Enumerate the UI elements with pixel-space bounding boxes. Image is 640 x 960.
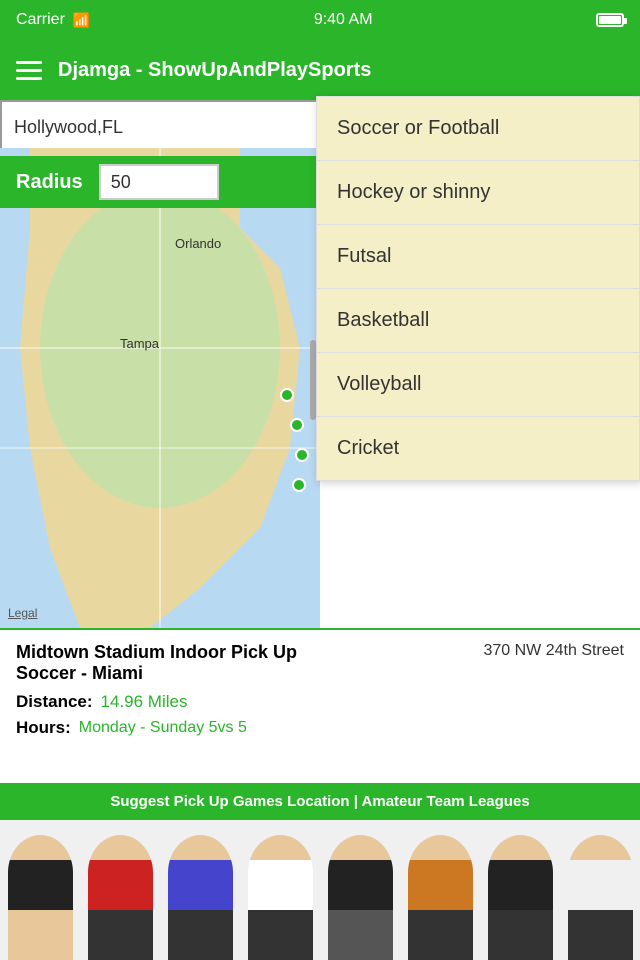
dropdown-item-futsal[interactable]: Futsal [317, 225, 639, 289]
battery-fill [599, 16, 621, 24]
status-left: Carrier 📶 [16, 11, 90, 29]
time-text: 9:40 AM [314, 11, 373, 29]
hours-value: Monday - Sunday 5vs 5 [79, 719, 247, 737]
hamburger-menu[interactable] [16, 61, 42, 80]
result-hours-row: Hours: Monday - Sunday 5vs 5 [16, 718, 624, 738]
status-bar: Carrier 📶 9:40 AM [0, 0, 640, 40]
person-silhouette-5 [328, 835, 393, 960]
sports-dropdown: Soccer or Football Hockey or shinny Futs… [316, 96, 640, 481]
person-3 [160, 830, 240, 960]
result-distance-row: Distance: 14.96 Miles [16, 692, 624, 712]
person-silhouette-7 [488, 835, 553, 960]
dropdown-item-cricket[interactable]: Cricket [317, 417, 639, 480]
hamburger-line-2 [16, 69, 42, 72]
person-silhouette-3 [168, 835, 233, 960]
nav-bar: Djamga - ShowUpAndPlaySports [0, 40, 640, 100]
radius-label: Radius [16, 171, 83, 194]
radius-input[interactable] [99, 164, 219, 200]
dropdown-item-hockey[interactable]: Hockey or shinny [317, 161, 639, 225]
app-title: Djamga - ShowUpAndPlaySports [58, 59, 371, 82]
hamburger-line-3 [16, 77, 42, 80]
person-silhouette-4 [248, 835, 313, 960]
dropdown-item-volleyball[interactable]: Volleyball [317, 353, 639, 417]
map-dot-1 [280, 388, 294, 402]
person-silhouette-8 [568, 835, 633, 960]
svg-text:Tampa: Tampa [120, 336, 160, 351]
result-address: 370 NW 24th Street [483, 642, 624, 660]
map-svg: Orlando Tampa [0, 148, 320, 628]
legal-link[interactable]: Legal [8, 606, 37, 620]
person-silhouette-1 [8, 835, 73, 960]
person-4 [240, 830, 320, 960]
bottom-cta[interactable]: Suggest Pick Up Games Location | Amateur… [0, 783, 640, 820]
person-silhouette-2 [88, 835, 153, 960]
location-input[interactable] [0, 100, 320, 155]
person-7 [480, 830, 560, 960]
map-area: Orlando Tampa Legal [0, 148, 320, 628]
person-8 [560, 830, 640, 960]
svg-text:Orlando: Orlando [175, 236, 221, 251]
result-header: Midtown Stadium Indoor Pick Up Soccer - … [16, 642, 624, 684]
cta-text: Suggest Pick Up Games Location | Amateur… [110, 793, 529, 810]
map-dot-4 [292, 478, 306, 492]
wifi-icon: 📶 [73, 12, 90, 29]
hours-label: Hours: [16, 718, 71, 738]
person-1 [0, 830, 80, 960]
dropdown-item-basketball[interactable]: Basketball [317, 289, 639, 353]
dropdown-item-soccer[interactable]: Soccer or Football [317, 97, 639, 161]
distance-label: Distance: [16, 692, 93, 712]
person-5 [320, 830, 400, 960]
hamburger-line-1 [16, 61, 42, 64]
carrier-text: Carrier [16, 11, 65, 29]
person-2 [80, 830, 160, 960]
people-strip [0, 820, 640, 960]
battery-icon [596, 13, 624, 27]
result-name: Midtown Stadium Indoor Pick Up Soccer - … [16, 642, 316, 684]
distance-value: 14.96 Miles [101, 692, 188, 712]
person-6 [400, 830, 480, 960]
person-silhouette-6 [408, 835, 473, 960]
map-dot-3 [295, 448, 309, 462]
map-dot-2 [290, 418, 304, 432]
